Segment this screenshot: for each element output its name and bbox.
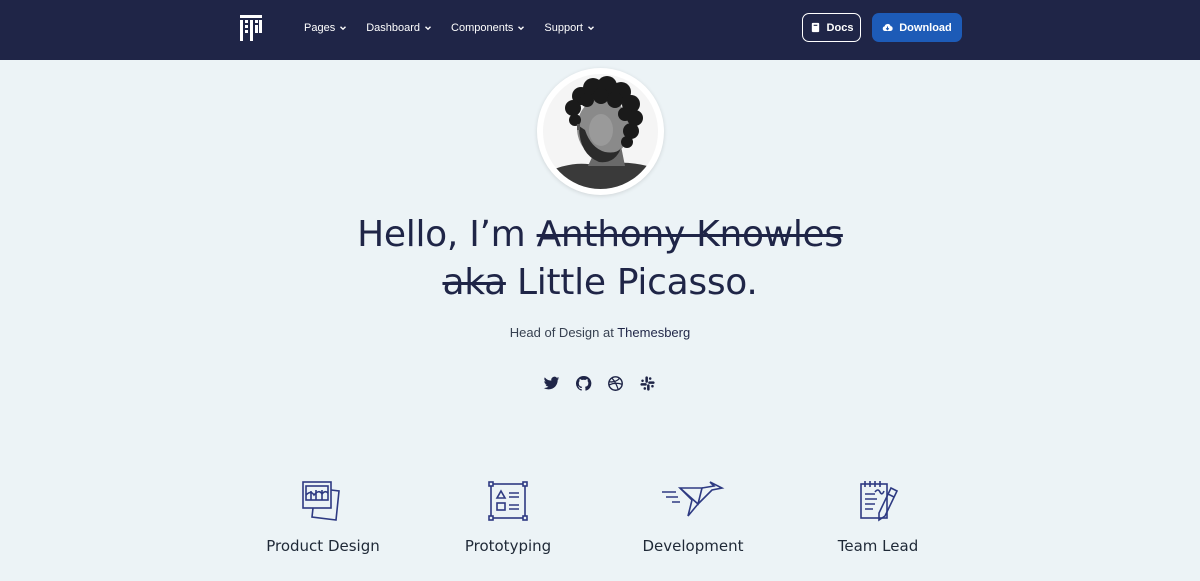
- feature-label: Team Lead: [837, 537, 919, 555]
- feature-label: Prototyping: [464, 537, 552, 555]
- nav-pages-label: Pages: [304, 22, 336, 34]
- nav-components[interactable]: Components: [451, 22, 525, 34]
- nav-support-label: Support: [544, 22, 583, 34]
- top-navbar: Pages Dashboard Components Support Docs …: [0, 0, 1200, 60]
- book-icon: [811, 22, 819, 33]
- nav-support[interactable]: Support: [544, 22, 595, 34]
- notepad-pen-icon: [860, 481, 899, 522]
- docs-button-label: Docs: [826, 21, 854, 34]
- avatar: [543, 74, 658, 189]
- profile-avatar-frame: [537, 68, 664, 195]
- hero-subtitle: Head of Design at Themesberg: [0, 325, 1200, 340]
- paper-plane-origami-icon: [662, 481, 725, 517]
- main-nav: Pages Dashboard Components Support: [304, 0, 614, 56]
- slack-icon[interactable]: [639, 375, 656, 392]
- feature-label: Development: [642, 537, 744, 555]
- hero-heading-line-1: Hello, I’m Anthony Knowles: [0, 214, 1200, 255]
- chevron-down-icon: [587, 26, 594, 31]
- docs-button[interactable]: Docs: [802, 13, 861, 42]
- feature-team-lead: Team Lead: [788, 478, 968, 555]
- nav-dashboard-label: Dashboard: [366, 22, 421, 34]
- hero-heading-line-2: aka Little Picasso.: [0, 262, 1200, 303]
- nav-dashboard[interactable]: Dashboard: [366, 22, 432, 34]
- download-button-label: Download: [899, 21, 952, 34]
- feature-label: Product Design: [266, 537, 380, 555]
- download-button[interactable]: Download: [872, 13, 962, 42]
- twitter-icon[interactable]: [543, 375, 560, 392]
- social-links: [543, 374, 656, 392]
- cloud-download-icon: [882, 23, 893, 32]
- hero-struck-aka: aka: [442, 262, 506, 303]
- photo-gallery-icon: [302, 481, 340, 521]
- github-icon[interactable]: [575, 375, 592, 392]
- feature-product-design: Product Design: [233, 478, 413, 555]
- wireframe-icon: [488, 481, 528, 521]
- hero-greeting: Hello, I’m: [357, 214, 537, 255]
- nav-pages[interactable]: Pages: [304, 22, 347, 34]
- brand-logo-icon[interactable]: [240, 15, 262, 41]
- nav-components-label: Components: [451, 22, 514, 34]
- chevron-down-icon: [425, 26, 432, 31]
- feature-prototyping: Prototyping: [418, 478, 598, 555]
- subtitle-role: Head of Design at: [509, 325, 618, 340]
- hero-nickname: Little Picasso.: [505, 262, 758, 303]
- company-link[interactable]: Themesberg: [617, 325, 690, 340]
- dribbble-icon[interactable]: [607, 375, 624, 392]
- hero-struck-name: Anthony Knowles: [536, 214, 844, 255]
- profile-photo: [543, 74, 658, 189]
- chevron-down-icon: [340, 26, 347, 31]
- feature-development: Development: [603, 478, 783, 555]
- chevron-down-icon: [518, 26, 525, 31]
